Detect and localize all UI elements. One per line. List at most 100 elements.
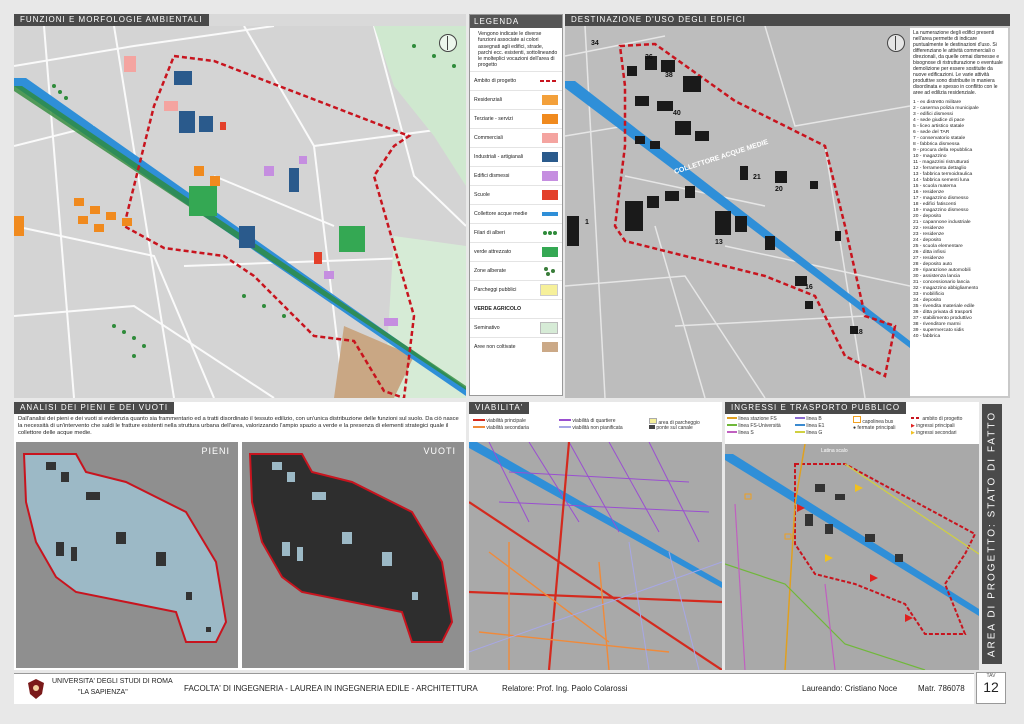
latina-scalo-label: Latina scalo <box>821 448 848 454</box>
legend-item: Residenziali <box>470 89 562 109</box>
dashed-line-icon <box>911 417 921 419</box>
line-swatch <box>727 417 737 419</box>
compass-icon <box>887 34 905 52</box>
legend-item: Edifici dismessi <box>470 165 562 185</box>
building-number: 38 <box>665 72 673 79</box>
legend-item: viabilità secondaria <box>473 425 529 431</box>
legend-item: verde attrezzato <box>470 241 562 261</box>
tree-row-icon <box>543 230 557 235</box>
line-swatch <box>795 424 805 426</box>
list-item: 40 - fabbrica <box>913 334 941 339</box>
viabilita-map <box>469 442 722 670</box>
legend-item: Zone alberate <box>470 260 562 280</box>
flag-icon: ▶ <box>911 430 915 436</box>
terziarie-swatch <box>542 113 558 124</box>
vuoti-figure <box>248 453 454 643</box>
building-number: 20 <box>775 186 783 193</box>
legend-item: Commerciali <box>470 127 562 147</box>
destinazione-title: DESTINAZIONE D'USO DEGLI EDIFICI <box>565 14 1010 26</box>
legend-item: ambito di progetto <box>911 416 962 422</box>
legend-item: Ambito di progetto <box>470 70 562 90</box>
building-number: 13 <box>715 239 723 246</box>
tav-badge: TAV 12 <box>976 672 1006 704</box>
ingressi-map <box>725 444 979 670</box>
legend-item: viabilità principale <box>473 418 526 424</box>
line-swatch <box>473 426 485 428</box>
building-number: 34 <box>591 40 599 47</box>
destinazione-sidebar: La numerazione degli edifici presenti ne… <box>910 28 1008 396</box>
destinazione-intro: La numerazione degli edifici presenti ne… <box>913 30 1003 96</box>
legend-item: ▶ ingressi principali <box>911 423 955 429</box>
funzioni-map <box>14 26 466 398</box>
vuoti-label: VUOTI <box>423 446 456 456</box>
university-line1: UNIVERSITA' DEGLI STUDI DI ROMA <box>52 678 173 685</box>
legend-item: linea S <box>727 430 754 436</box>
vuoti-map: VUOTI <box>242 442 464 668</box>
building-number: 36 <box>645 54 653 61</box>
side-title: AREA DI PROGETTO: STATO DI FATTO <box>982 404 1002 664</box>
parking-swatch <box>649 418 657 424</box>
legend-item: Seminativo <box>470 317 562 337</box>
legend-item: Collettore acque medie <box>470 203 562 223</box>
non-coltivate-swatch <box>542 341 558 352</box>
scuole-swatch <box>542 189 558 200</box>
faculty-label: FACOLTA' DI INGEGNERIA - LAUREA IN INGEG… <box>184 684 478 693</box>
viabilita-title: VIABILITA' <box>469 402 530 414</box>
line-swatch <box>727 431 737 433</box>
legend-item: Terziarie - servizi <box>470 108 562 128</box>
bus-icon: ● <box>853 425 857 431</box>
matricola-label: Matr. 786078 <box>918 684 965 693</box>
verde-swatch <box>542 246 558 257</box>
ingressi-legend: linea stazione FS linea FS-Università li… <box>725 416 979 444</box>
analisi-title: ANALISI DEI PIENI E DEI VUOTI <box>14 402 175 414</box>
legend-item: viabilità di quartiere <box>559 418 615 424</box>
line-swatch <box>559 419 571 421</box>
industriali-swatch <box>542 151 558 162</box>
legend-item: capolinea bus <box>853 416 893 425</box>
ingressi-panel: INGRESSI E TRASPORTO PUBBLICO linea staz… <box>725 402 979 670</box>
university-line2: "LA SAPIENZA" <box>78 689 128 696</box>
building-number: 40 <box>673 110 681 117</box>
university-logo-icon <box>28 679 44 699</box>
legend-item: linea stazione FS <box>727 416 777 422</box>
laureando-label: Laureando: Cristiano Noce <box>802 684 898 693</box>
line-swatch <box>795 431 805 433</box>
legend-item: ponte sul canale <box>649 425 693 431</box>
tav-number: 12 <box>983 679 999 695</box>
legend-list: Ambito di progetto Residenziali Terziari… <box>470 70 562 356</box>
line-swatch <box>473 419 485 421</box>
legend-item: ▶ ingressi secondari <box>911 430 957 436</box>
relatore-label: Relatore: Prof. Ing. Paolo Colarossi <box>502 684 628 693</box>
viabilita-panel: VIABILITA' viabilità principale viabilit… <box>469 402 722 670</box>
ingressi-title: INGRESSI E TRASPORTO PUBBLICO <box>725 402 907 414</box>
compass-icon <box>439 34 457 52</box>
building-number: 18 <box>855 329 863 336</box>
commerciali-swatch <box>542 132 558 143</box>
legend-item: Parcheggi pubblici <box>470 279 562 299</box>
buildings-list: 1 - ex distretto militare 2 - caserma po… <box>913 100 1005 340</box>
legend-item: linea B <box>795 416 822 422</box>
trees-icon <box>544 266 555 276</box>
pieni-label: PIENI <box>201 446 230 456</box>
building-number: 21 <box>753 174 761 181</box>
dismessi-swatch <box>542 170 558 181</box>
destinazione-map: COLLETTORE ACQUE MEDIE <box>565 26 910 398</box>
analisi-panel: ANALISI DEI PIENI E DEI VUOTI Dall'anali… <box>14 402 466 670</box>
legend-item: viabilità non pianificata <box>559 425 623 431</box>
analisi-text: Dall'analisi dei pieni e dei vuoti si ev… <box>18 416 459 436</box>
legend-item: ● fermate principali <box>853 425 896 431</box>
bus-stop-icon <box>853 416 861 423</box>
bridge-swatch <box>649 425 655 429</box>
funzioni-title: FUNZIONI E MORFOLOGIE AMBIENTALI <box>14 14 209 26</box>
line-swatch <box>559 426 571 428</box>
line-swatch <box>727 424 737 426</box>
flag-icon: ▶ <box>911 423 915 429</box>
destinazione-panel: DESTINAZIONE D'USO DEGLI EDIFICI COLLETT… <box>565 14 1010 398</box>
line-swatch <box>795 417 805 419</box>
building-number: 16 <box>805 284 813 291</box>
pieni-map: PIENI <box>16 442 238 668</box>
funzioni-panel: FUNZIONI E MORFOLOGIE AMBIENTALI <box>14 14 466 398</box>
pieni-figure <box>22 453 228 643</box>
legend-agricolo-title: VERDE AGRICOLO <box>470 298 562 318</box>
legend-title: LEGENDA <box>470 15 562 28</box>
